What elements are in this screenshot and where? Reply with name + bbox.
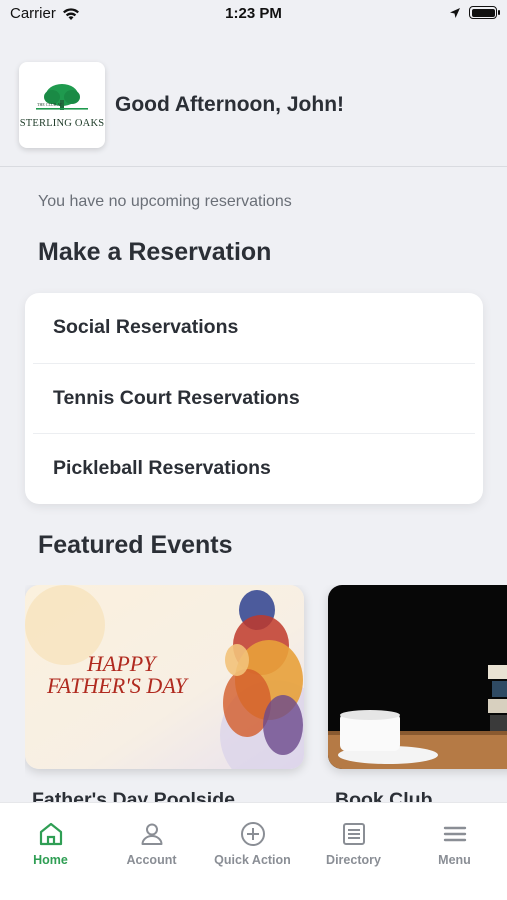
- reservation-list: Social Reservations Tennis Court Reserva…: [25, 293, 483, 504]
- reservation-item-label: Pickleball Reservations: [53, 457, 271, 480]
- menu-icon: [443, 826, 466, 842]
- reservation-item-social[interactable]: Social Reservations: [33, 293, 475, 364]
- event-card-book-club[interactable]: Book Club: [328, 585, 507, 805]
- tab-quick-action[interactable]: Quick Action: [202, 821, 303, 867]
- club-logo: THE CLUB AT STERLING OAKS: [19, 62, 105, 148]
- reservation-item-tennis[interactable]: Tennis Court Reservations: [33, 364, 475, 434]
- location-arrow-icon: [450, 7, 460, 18]
- tab-label: Quick Action: [214, 853, 291, 867]
- status-time: 1:23 PM: [225, 5, 282, 22]
- account-icon: [141, 823, 162, 845]
- tab-menu[interactable]: Menu: [404, 821, 505, 867]
- logo-small-text: THE CLUB AT: [37, 102, 63, 107]
- home-header: THE CLUB AT STERLING OAKS Good Afternoon…: [19, 62, 344, 148]
- logo-text: STERLING OAKS: [19, 117, 105, 129]
- tab-home[interactable]: Home: [0, 821, 101, 867]
- status-right: [449, 6, 500, 19]
- featured-events-carousel[interactable]: HAPPY FATHER'S DAY Father's Day Poolside…: [25, 585, 507, 805]
- event-image-text-fathers-day: FATHER'S DAY: [46, 673, 190, 698]
- no-reservations-message: You have no upcoming reservations: [38, 193, 292, 210]
- tab-label: Home: [33, 853, 68, 867]
- event-image-fathers-day: HAPPY FATHER'S DAY: [25, 585, 304, 769]
- header-divider: [0, 166, 507, 167]
- reservation-item-label: Tennis Court Reservations: [53, 386, 300, 409]
- tab-label: Account: [126, 853, 177, 867]
- home-icon: [39, 822, 62, 846]
- greeting-text: Good Afternoon, John!: [115, 93, 345, 116]
- bottom-tab-bar: Home Account Quick Action Directory Menu: [0, 802, 507, 900]
- plus-circle-icon: [240, 822, 265, 846]
- tab-directory[interactable]: Directory: [303, 821, 404, 867]
- tab-label: Directory: [326, 853, 381, 867]
- battery-icon: [469, 6, 500, 19]
- reservation-item-label: Social Reservations: [53, 316, 239, 339]
- featured-events-title: Featured Events: [38, 531, 233, 559]
- tab-label: Menu: [438, 853, 471, 867]
- status-bar: Carrier 1:23 PM: [0, 0, 507, 30]
- oak-tree-icon: THE CLUB AT: [36, 83, 88, 110]
- event-card-fathers-day[interactable]: HAPPY FATHER'S DAY Father's Day Poolside: [25, 585, 304, 805]
- tab-account[interactable]: Account: [101, 821, 202, 867]
- event-image-book-club: [328, 585, 507, 769]
- make-reservation-title: Make a Reservation: [38, 238, 272, 266]
- reservation-item-pickleball[interactable]: Pickleball Reservations: [33, 434, 475, 504]
- directory-icon: [342, 823, 365, 845]
